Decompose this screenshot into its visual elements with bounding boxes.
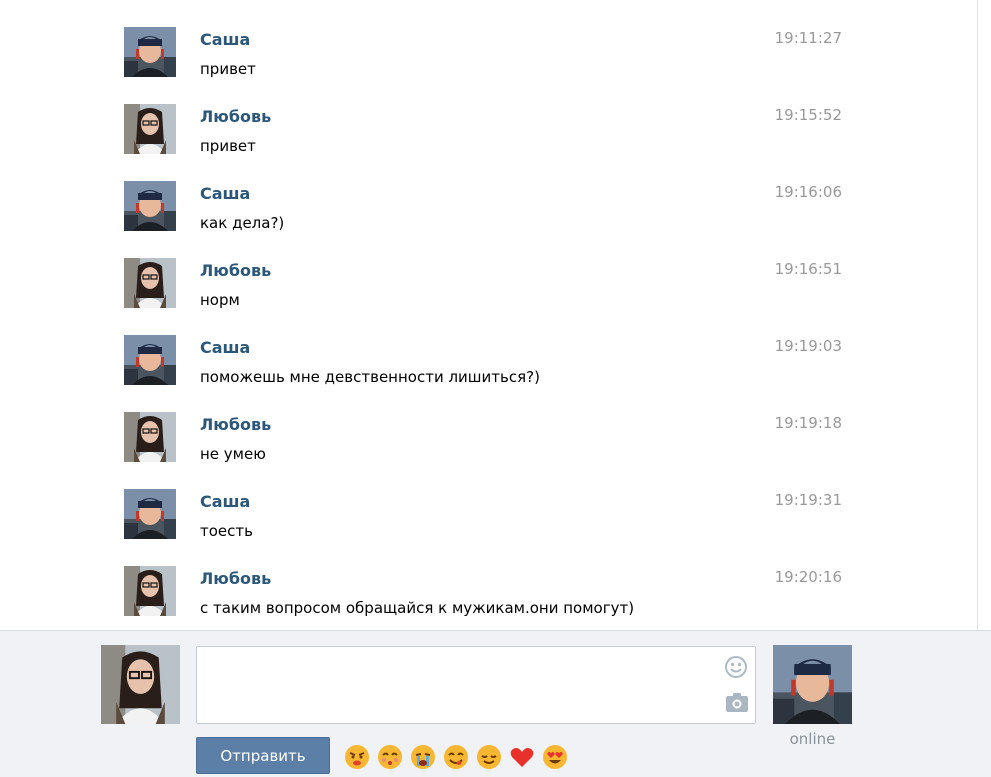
message-timestamp: 19:15:52 [774, 106, 842, 124]
message-row: Любовь не умею 19:19:18 [124, 412, 864, 484]
send-button[interactable]: Отправить [196, 737, 330, 774]
author-avatar[interactable] [124, 335, 176, 385]
author-name[interactable]: Любовь [200, 107, 271, 126]
heart-eyes-emoji[interactable] [541, 743, 569, 771]
author-avatar[interactable] [124, 412, 176, 462]
message-row: Саша тоесть 19:19:31 [124, 489, 864, 561]
message-text: норм [200, 291, 240, 309]
camera-icon[interactable] [725, 691, 749, 713]
author-name[interactable]: Любовь [200, 569, 271, 588]
message-row: Саша привет 19:11:27 [124, 27, 864, 99]
online-status: online [789, 730, 836, 748]
message-timestamp: 19:11:27 [774, 29, 842, 47]
my-avatar[interactable] [101, 645, 180, 724]
author-name[interactable]: Саша [200, 184, 250, 203]
emoji-quickbar [343, 743, 569, 771]
message-timestamp: 19:20:16 [774, 568, 842, 586]
smile-icon[interactable] [724, 655, 748, 679]
red-heart-emoji[interactable] [508, 743, 536, 771]
author-name[interactable]: Любовь [200, 415, 271, 434]
message-row: Саша поможешь мне девственности лишиться?… [124, 335, 864, 407]
author-avatar[interactable] [124, 181, 176, 231]
message-input[interactable] [196, 646, 756, 724]
message-text: привет [200, 60, 256, 78]
message-timestamp: 19:16:51 [774, 260, 842, 278]
message-row: Любовь привет 19:15:52 [124, 104, 864, 176]
author-name[interactable]: Любовь [200, 261, 271, 280]
message-composer: Отправить online [0, 630, 991, 777]
kissing-face-emoji[interactable] [376, 743, 404, 771]
yum-face-emoji[interactable] [442, 743, 470, 771]
author-name[interactable]: Саша [200, 492, 250, 511]
message-history: Саша привет 19:11:27 Любовь привет 19:15:52 … [0, 0, 978, 630]
message-timestamp: 19:19:03 [774, 337, 842, 355]
message-row: Саша как дела?) 19:16:06 [124, 181, 864, 253]
author-avatar[interactable] [124, 566, 176, 616]
author-avatar[interactable] [124, 27, 176, 77]
author-avatar[interactable] [124, 104, 176, 154]
author-name[interactable]: Саша [200, 338, 250, 357]
message-text: не умею [200, 445, 266, 463]
message-text: тоесть [200, 522, 253, 540]
relieved-face-emoji[interactable] [475, 743, 503, 771]
angry-face-emoji[interactable] [343, 743, 371, 771]
message-timestamp: 19:19:18 [774, 414, 842, 432]
message-text: поможешь мне девственности лишиться?) [200, 368, 540, 386]
message-text: с таким вопросом обращайся к мужикам.они… [200, 599, 635, 617]
message-text: как дела?) [200, 214, 285, 232]
message-row: Любовь с таким вопросом обращайся к мужик… [124, 566, 864, 638]
author-avatar[interactable] [124, 489, 176, 539]
message-timestamp: 19:19:31 [774, 491, 842, 509]
message-row: Любовь норм 19:16:51 [124, 258, 864, 330]
message-timestamp: 19:16:06 [774, 183, 842, 201]
peer-avatar[interactable] [773, 645, 852, 724]
author-name[interactable]: Саша [200, 30, 250, 49]
message-text: привет [200, 137, 256, 155]
crying-face-emoji[interactable] [409, 743, 437, 771]
author-avatar[interactable] [124, 258, 176, 308]
